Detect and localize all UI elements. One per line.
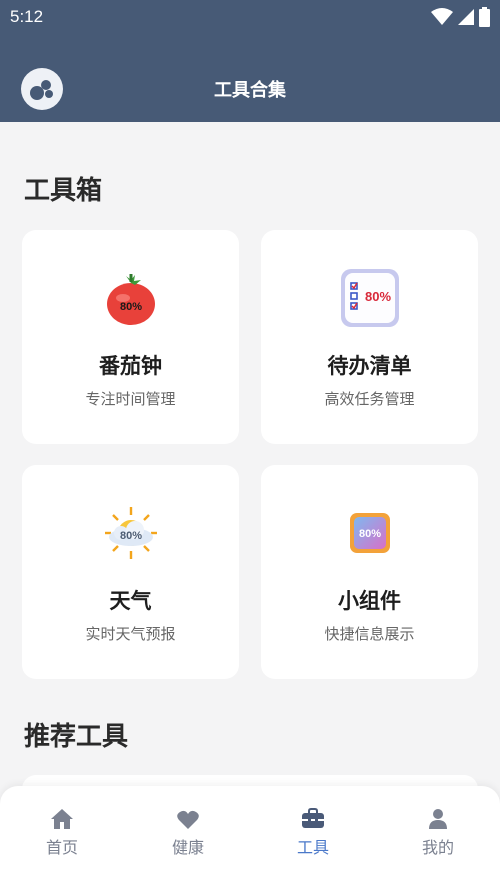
card-title: 待办清单	[327, 354, 412, 378]
tomato-icon: 80%	[106, 274, 155, 325]
status-time: 5:12	[10, 7, 44, 26]
card-title: 番茄钟	[99, 354, 162, 378]
widget-icon: 80%	[349, 513, 390, 553]
tool-card-widget[interactable]: 80% 小组件 快捷信息展示	[261, 465, 478, 679]
card-subtitle: 高效任务管理	[324, 390, 415, 408]
tool-card-todo[interactable]: 80% 待办清单 高效任务管理	[261, 230, 478, 444]
user-icon	[429, 809, 447, 829]
svg-text:80%: 80%	[119, 301, 141, 313]
tool-card-pomodoro[interactable]: 80% 番茄钟 专注时间管理	[22, 230, 239, 444]
nav-label: 健康	[171, 838, 204, 857]
heart-icon	[177, 810, 199, 829]
card-title: 小组件	[338, 589, 401, 613]
nav-item-home[interactable]: 首页	[22, 808, 102, 858]
toolbox-section-title: 工具箱	[24, 176, 103, 206]
svg-text:80%: 80%	[119, 530, 141, 542]
card-subtitle: 实时天气预报	[85, 625, 176, 643]
card-title: 天气	[109, 589, 152, 613]
toolbox-icon	[302, 808, 324, 828]
nav-label: 首页	[45, 838, 78, 857]
wifi-icon	[431, 8, 453, 25]
checklist-icon: 80%	[340, 269, 399, 327]
nav-item-tools[interactable]: 工具	[273, 808, 353, 858]
bottom-nav: 首页 健康 工具 我的	[0, 786, 500, 889]
status-bar: 5:12	[0, 0, 500, 34]
app-bar: 工具合集	[0, 34, 500, 122]
svg-text:80%: 80%	[358, 528, 380, 540]
page-title: 工具合集	[214, 80, 286, 101]
card-subtitle: 快捷信息展示	[324, 625, 415, 643]
svg-text:80%: 80%	[364, 289, 390, 304]
tool-card-weather[interactable]: 80% 天气 实时天气预报	[22, 465, 239, 679]
weather-cloud-sun-icon: 80%	[104, 507, 157, 559]
card-subtitle: 专注时间管理	[85, 390, 176, 408]
signal-icon	[458, 9, 474, 25]
nav-label: 工具	[296, 838, 329, 857]
battery-icon	[479, 7, 490, 27]
home-icon	[51, 809, 73, 829]
recommended-section-title: 推荐工具	[24, 722, 129, 752]
status-icons	[431, 7, 490, 27]
nav-label: 我的	[421, 838, 454, 857]
nav-item-profile[interactable]: 我的	[398, 808, 478, 858]
nav-item-health[interactable]: 健康	[148, 810, 228, 858]
